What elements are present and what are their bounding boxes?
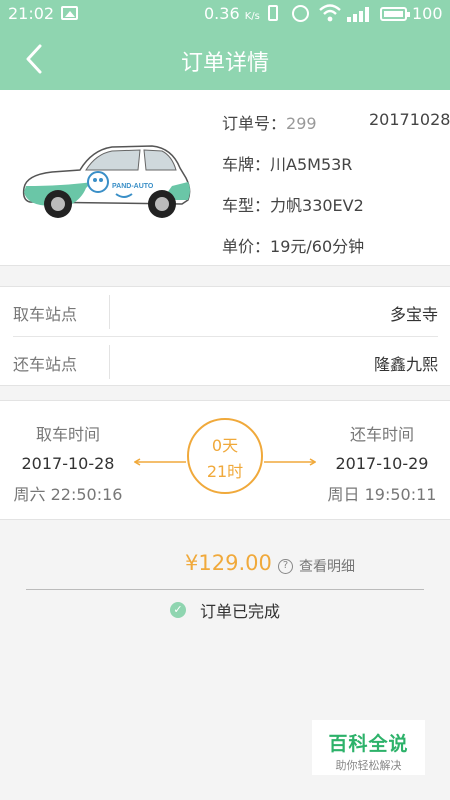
return-date: 2017-10-29	[335, 454, 429, 473]
view-detail-link[interactable]: ? 查看明细	[278, 556, 355, 576]
unit-price-value: 19元/60分钟	[270, 237, 365, 256]
car-logo-text: PAND-AUTO	[112, 183, 154, 190]
return-station-label: 还车站点	[13, 355, 78, 374]
order-number-label: 订单号：	[222, 114, 287, 133]
signal-icon	[347, 6, 371, 22]
total-price: ¥129.00	[185, 551, 272, 575]
alarm-icon	[292, 5, 309, 22]
return-station-value: 隆鑫九熙	[373, 355, 438, 374]
plate-row: 车牌：川A5M53R	[222, 151, 352, 175]
return-station-row: 还车站点 隆鑫九熙	[0, 337, 450, 387]
duration-hours: 21时	[206, 462, 244, 481]
pickup-station-value: 多宝寺	[389, 305, 438, 324]
pickup-time-block: 取车时间 2017-10-28 周六 22:50:16	[12, 421, 124, 505]
clock: 21:02	[8, 4, 55, 23]
order-number-value: 299	[286, 114, 317, 133]
order-number-row: 订单号：299	[222, 110, 317, 134]
pickup-station-label: 取车站点	[13, 305, 78, 324]
model-value: 力帆330EV2	[270, 196, 364, 215]
car-info-card: PAND-AUTO 订单号：299 20171028 车牌：川A5M53R 车型…	[0, 90, 450, 266]
question-icon: ?	[278, 558, 293, 574]
status-bar: 21:02 0.36 K/s 100	[0, 0, 450, 28]
divider	[26, 589, 424, 590]
order-status: ✓ 订单已完成	[170, 598, 280, 622]
title-bar: 订单详情	[0, 28, 450, 90]
order-date: 20171028	[369, 110, 450, 129]
watermark-logo: 百科全说 助你轻松解决	[312, 720, 425, 775]
duration-badge: 0天 21时	[187, 418, 263, 494]
car-image: PAND-AUTO	[22, 145, 191, 218]
divider	[109, 295, 110, 329]
watermark-title: 百科全说	[328, 733, 409, 755]
pickup-station-row: 取车站点 多宝寺	[0, 287, 450, 337]
check-circle-icon: ✓	[170, 602, 186, 618]
return-time-label: 还车时间	[349, 425, 414, 444]
arrow-left-icon	[134, 458, 186, 466]
arrow-right-icon	[264, 458, 316, 466]
battery-level: 100	[412, 4, 443, 23]
plate-value: 川A5M53R	[270, 155, 353, 174]
image-notification-icon	[61, 6, 78, 20]
duration-days: 0天	[211, 436, 239, 455]
unit-price-label: 单价：	[222, 237, 271, 256]
station-card: 取车站点 多宝寺 还车站点 隆鑫九熙	[0, 286, 450, 386]
pickup-week-time: 周六 22:50:16	[13, 485, 123, 504]
page-title: 订单详情	[180, 51, 269, 76]
model-label: 车型：	[222, 196, 271, 215]
divider	[109, 345, 110, 379]
plate-label: 车牌：	[222, 155, 271, 174]
wifi-icon	[318, 2, 342, 28]
watermark-subtitle: 助你轻松解决	[335, 759, 402, 772]
return-week-time: 周日 19:50:11	[327, 485, 437, 504]
network-speed: 0.36 K/s	[204, 4, 260, 23]
pickup-time-label: 取车时间	[35, 425, 100, 444]
model-row: 车型：力帆330EV2	[222, 192, 364, 216]
unit-price-row: 单价：19元/60分钟	[222, 233, 364, 257]
order-status-label: 订单已完成	[200, 602, 281, 621]
pickup-date: 2017-10-28	[21, 454, 115, 473]
battery-icon	[380, 7, 410, 21]
network-speed-unit: K/s	[244, 11, 260, 22]
network-speed-value: 0.36	[204, 4, 240, 23]
vibrate-icon	[268, 5, 278, 21]
view-detail-label: 查看明细	[299, 559, 355, 575]
return-time-block: 还车时间 2017-10-29 周日 19:50:11	[326, 421, 438, 505]
